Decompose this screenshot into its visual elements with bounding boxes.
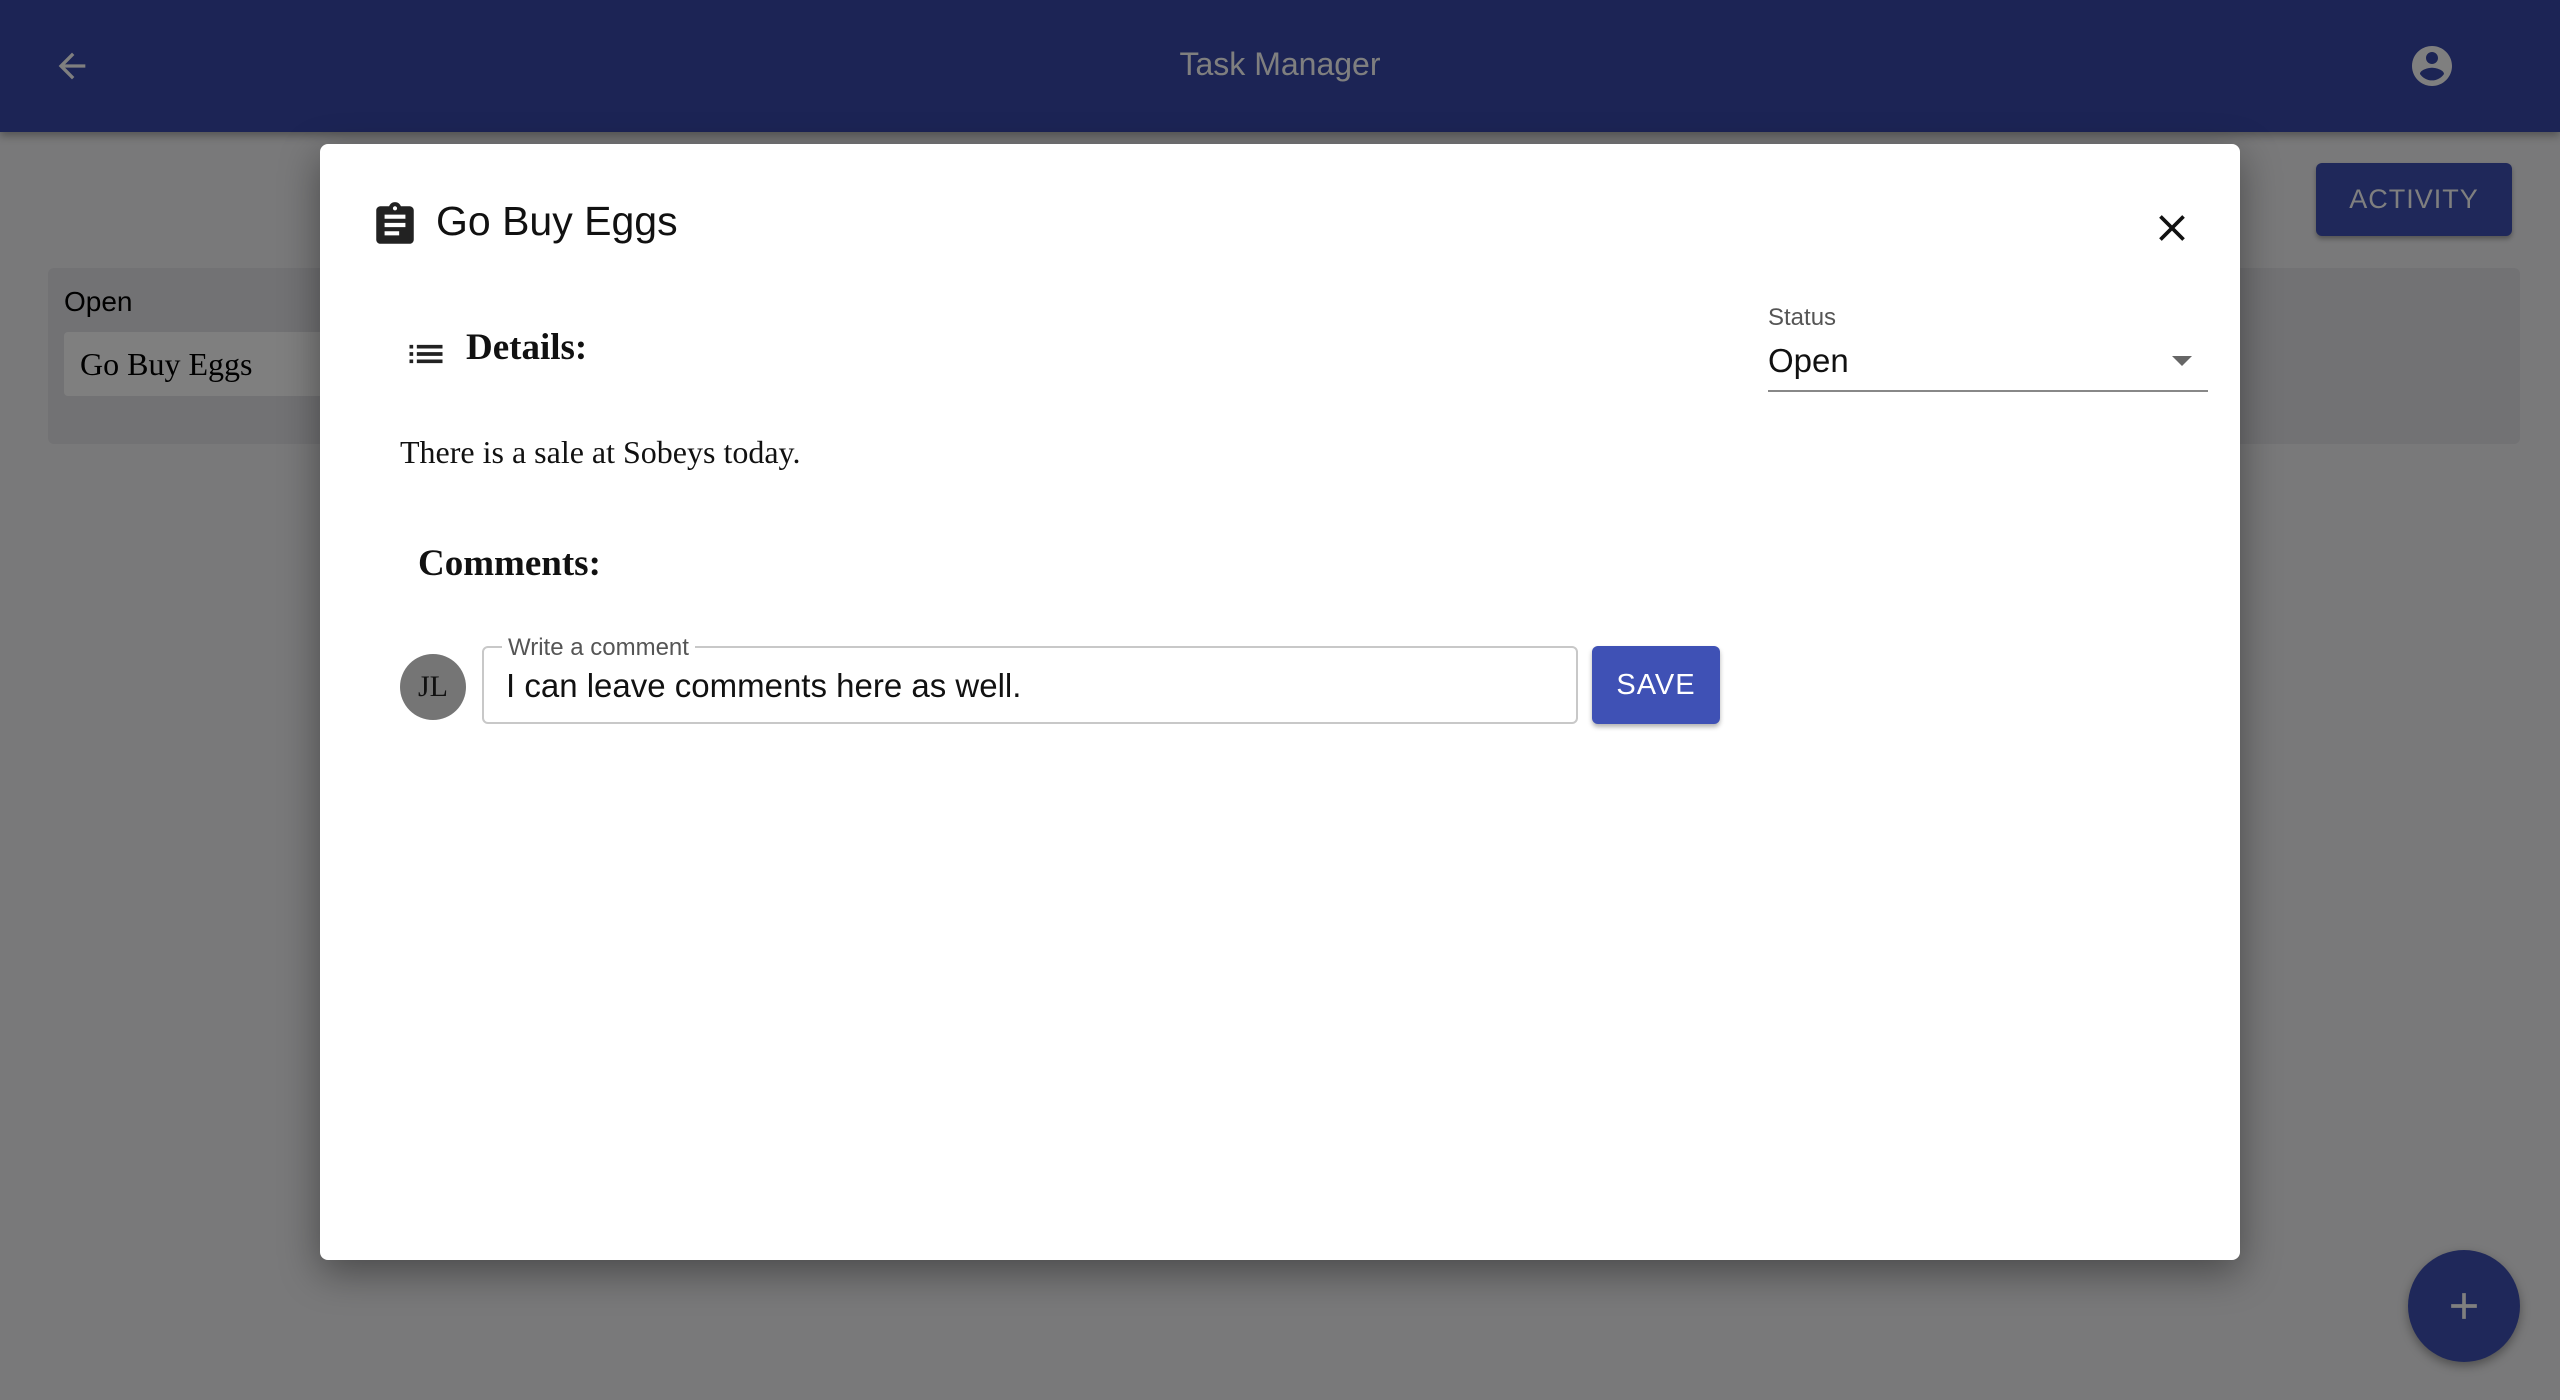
details-heading: Details:	[466, 327, 588, 368]
comment-field: Write a comment	[482, 634, 1578, 724]
status-label: Status	[1768, 304, 1837, 331]
chevron-down-icon	[2172, 356, 2192, 366]
status-select[interactable]: Open	[1768, 336, 2208, 392]
save-comment-button[interactable]: SAVE	[1592, 646, 1720, 724]
task-dialog: Go Buy Eggs Details: There is a sale at …	[320, 144, 2240, 1260]
close-button[interactable]	[2144, 200, 2200, 256]
assignment-icon	[376, 202, 414, 244]
comment-field-label: Write a comment	[502, 634, 695, 662]
avatar: JL	[400, 654, 466, 720]
details-text: There is a sale at Sobeys today.	[400, 434, 801, 470]
notes-list-icon	[409, 344, 443, 364]
status-value: Open	[1768, 342, 1849, 379]
dialog-title: Go Buy Eggs	[436, 198, 678, 244]
close-icon	[2159, 215, 2185, 241]
comment-input[interactable]	[506, 664, 1556, 708]
comments-heading: Comments:	[418, 543, 601, 584]
